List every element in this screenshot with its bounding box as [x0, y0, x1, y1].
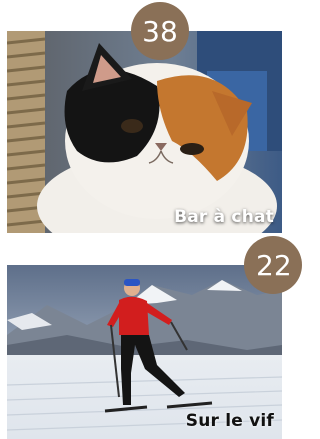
article-card-bar-a-chat[interactable]: Bar à chat: [7, 31, 282, 233]
count-badge: 22: [244, 236, 302, 294]
cat-photo: [7, 31, 282, 233]
article-card-sur-le-vif[interactable]: Sur le vif: [7, 265, 282, 439]
card-caption: Bar à chat: [174, 207, 274, 227]
card-caption: Sur le vif: [185, 411, 274, 431]
count-badge: 38: [131, 2, 189, 60]
